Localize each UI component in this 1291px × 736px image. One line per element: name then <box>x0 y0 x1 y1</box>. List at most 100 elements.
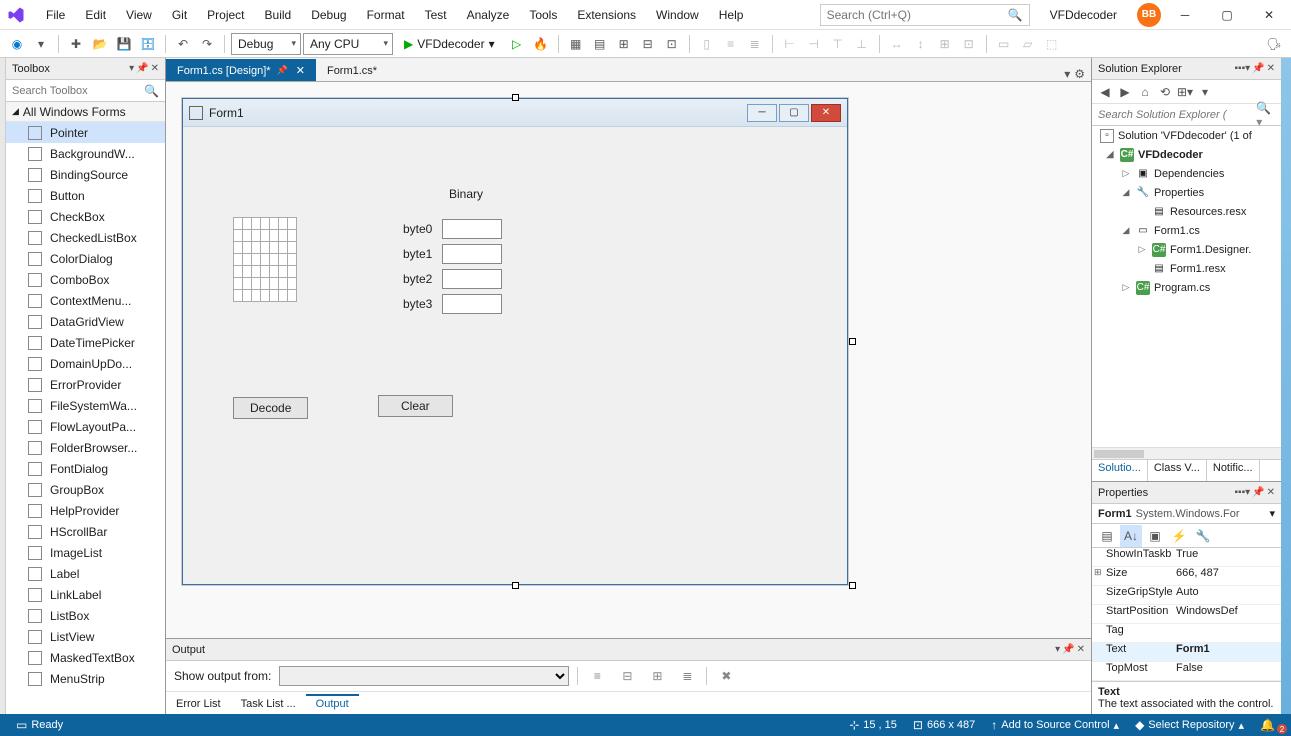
output-clear-icon[interactable]: ✖ <box>715 665 737 687</box>
menu-view[interactable]: View <box>116 4 162 26</box>
fwd-icon[interactable]: ▶ <box>1116 83 1134 101</box>
toolbox-item[interactable]: BackgroundW... <box>6 143 165 164</box>
prop-pages-icon[interactable]: 🔧 <box>1192 525 1214 547</box>
filter-icon[interactable]: ▾ <box>1196 83 1214 101</box>
start-debug-button[interactable]: ▶VFDdecoder ▾ <box>395 33 504 55</box>
decode-button[interactable]: Decode <box>233 397 308 419</box>
toolbox-item[interactable]: ErrorProvider <box>6 374 165 395</box>
panel-menu-icon[interactable]: ▾ <box>1055 644 1060 655</box>
panel-close-icon[interactable]: ✕ <box>1267 487 1275 498</box>
toolbox-item[interactable]: LinkLabel <box>6 584 165 605</box>
property-row[interactable]: StartPositionWindowsDef <box>1092 605 1281 624</box>
toolbox-item[interactable]: FlowLayoutPa... <box>6 416 165 437</box>
toolbox-item[interactable]: HScrollBar <box>6 521 165 542</box>
sub-tab-solution[interactable]: Solutio... <box>1092 460 1148 481</box>
menu-analyze[interactable]: Analyze <box>457 4 520 26</box>
tree-form1-designer[interactable]: ▷C#Form1.Designer. <box>1092 240 1281 259</box>
output-tool-4[interactable]: ≣ <box>676 665 698 687</box>
panel-close-icon[interactable]: ✕ <box>151 63 159 74</box>
config-combo[interactable]: Debug <box>231 33 301 55</box>
toolbox-search[interactable]: 🔍 <box>6 80 165 102</box>
tree-dependencies[interactable]: ▷▣Dependencies <box>1092 164 1281 183</box>
tool-icon-2[interactable]: ▤ <box>589 33 611 55</box>
toolbox-item[interactable]: Pointer <box>6 122 165 143</box>
panel-close-icon[interactable]: ✕ <box>1267 63 1275 74</box>
toolbox-item[interactable]: HelpProvider <box>6 500 165 521</box>
sb-notifications-icon[interactable]: 🔔 <box>1252 718 1283 732</box>
close-button[interactable]: ✕ <box>1251 3 1287 27</box>
toolbox-item[interactable]: MaskedTextBox <box>6 647 165 668</box>
panel-menu-icon[interactable]: ▾ <box>129 63 134 74</box>
menu-git[interactable]: Git <box>162 4 197 26</box>
pin-icon[interactable]: 📌 <box>277 65 288 76</box>
menu-file[interactable]: File <box>36 4 75 26</box>
minimize-button[interactable]: ─ <box>1167 3 1203 27</box>
sub-tab-classview[interactable]: Class V... <box>1148 460 1207 481</box>
nav-back-icon[interactable]: ◉ <box>6 33 28 55</box>
toolbox-item[interactable]: ColorDialog <box>6 248 165 269</box>
toolbox-item[interactable]: CheckedListBox <box>6 227 165 248</box>
sync-icon[interactable]: ⟲ <box>1156 83 1174 101</box>
menu-format[interactable]: Format <box>357 4 415 26</box>
toolbox-item[interactable]: BindingSource <box>6 164 165 185</box>
back-icon[interactable]: ◀ <box>1096 83 1114 101</box>
form-window[interactable]: Form1 ─ ▢ ✕ Binary Decode Clear byte0byt… <box>182 98 848 585</box>
menu-window[interactable]: Window <box>646 4 709 26</box>
tab-overflow-icon[interactable]: ▾ <box>1064 67 1070 81</box>
menu-extensions[interactable]: Extensions <box>567 4 646 26</box>
tree-program[interactable]: ▷C#Program.cs <box>1092 278 1281 297</box>
output-tool-3[interactable]: ⊞ <box>646 665 668 687</box>
order-icon-2[interactable]: ⊡ <box>958 33 980 55</box>
property-row[interactable]: ⊞Size666, 487 <box>1092 567 1281 586</box>
save-icon[interactable]: 💾 <box>113 33 135 55</box>
tree-form1[interactable]: ◢▭Form1.cs <box>1092 221 1281 240</box>
menu-project[interactable]: Project <box>197 4 254 26</box>
toolbox-item[interactable]: Label <box>6 563 165 584</box>
platform-combo[interactable]: Any CPU <box>303 33 393 55</box>
toolbox-item[interactable]: ListBox <box>6 605 165 626</box>
property-row[interactable]: SizeGripStyleAuto <box>1092 586 1281 605</box>
byte-input[interactable] <box>442 244 502 264</box>
save-all-icon[interactable]: 🗄 <box>137 33 159 55</box>
tab-settings-icon[interactable]: ⚙ <box>1074 67 1085 81</box>
events-icon[interactable]: ⚡ <box>1168 525 1190 547</box>
toolbox-item[interactable]: ContextMenu... <box>6 290 165 311</box>
tab-form-design[interactable]: Form1.cs [Design]*📌✕ <box>166 59 316 81</box>
bottom-tab[interactable]: Error List <box>166 695 231 712</box>
alpha-icon[interactable]: A↓ <box>1120 525 1142 547</box>
nav-fwd-icon[interactable]: ▾ <box>30 33 52 55</box>
byte-input[interactable] <box>442 269 502 289</box>
toolbox-search-input[interactable] <box>12 85 159 97</box>
toolbox-item[interactable]: ImageList <box>6 542 165 563</box>
tree-hscroll[interactable] <box>1092 447 1281 459</box>
close-icon[interactable]: ✕ <box>296 64 305 77</box>
tree-resources[interactable]: ▤Resources.resx <box>1092 202 1281 221</box>
center-icon-2[interactable]: ↕ <box>910 33 932 55</box>
solution-tree[interactable]: ▫Solution 'VFDdecoder' (1 of ◢C#VFDdecod… <box>1092 126 1281 447</box>
menu-tools[interactable]: Tools <box>519 4 567 26</box>
toolbox-category[interactable]: ◢All Windows Forms <box>6 102 165 122</box>
solution-search[interactable]: 🔍▾ <box>1092 104 1281 126</box>
extra-icon-1[interactable]: ▭ <box>993 33 1015 55</box>
menu-test[interactable]: Test <box>415 4 457 26</box>
align-icon-2[interactable]: ≡ <box>720 33 742 55</box>
toolbox-item[interactable]: DateTimePicker <box>6 332 165 353</box>
tree-form1-resx[interactable]: ▤Form1.resx <box>1092 259 1281 278</box>
designer-surface[interactable]: Form1 ─ ▢ ✕ Binary Decode Clear byte0byt… <box>166 82 1091 638</box>
spacing-icon-3[interactable]: ⊤ <box>827 33 849 55</box>
clear-button[interactable]: Clear <box>378 395 453 417</box>
toolbox-item[interactable]: MenuStrip <box>6 668 165 689</box>
feedback-icon[interactable]: 🗣 <box>1263 33 1285 55</box>
toolbox-item[interactable]: CheckBox <box>6 206 165 227</box>
sub-tab-notifications[interactable]: Notific... <box>1207 460 1260 481</box>
spacing-icon-1[interactable]: ⊢ <box>779 33 801 55</box>
toolbox-item[interactable]: DomainUpDo... <box>6 353 165 374</box>
extra-icon-3[interactable]: ⬚ <box>1041 33 1063 55</box>
toolbox-item[interactable]: DataGridView <box>6 311 165 332</box>
byte-input[interactable] <box>442 219 502 239</box>
bottom-tab[interactable]: Output <box>306 694 359 712</box>
spacing-icon-4[interactable]: ⊥ <box>851 33 873 55</box>
pin-icon[interactable]: 📌 <box>1252 487 1264 498</box>
maximize-button[interactable]: ▢ <box>1209 3 1245 27</box>
tab-form-code[interactable]: Form1.cs* <box>316 59 388 81</box>
